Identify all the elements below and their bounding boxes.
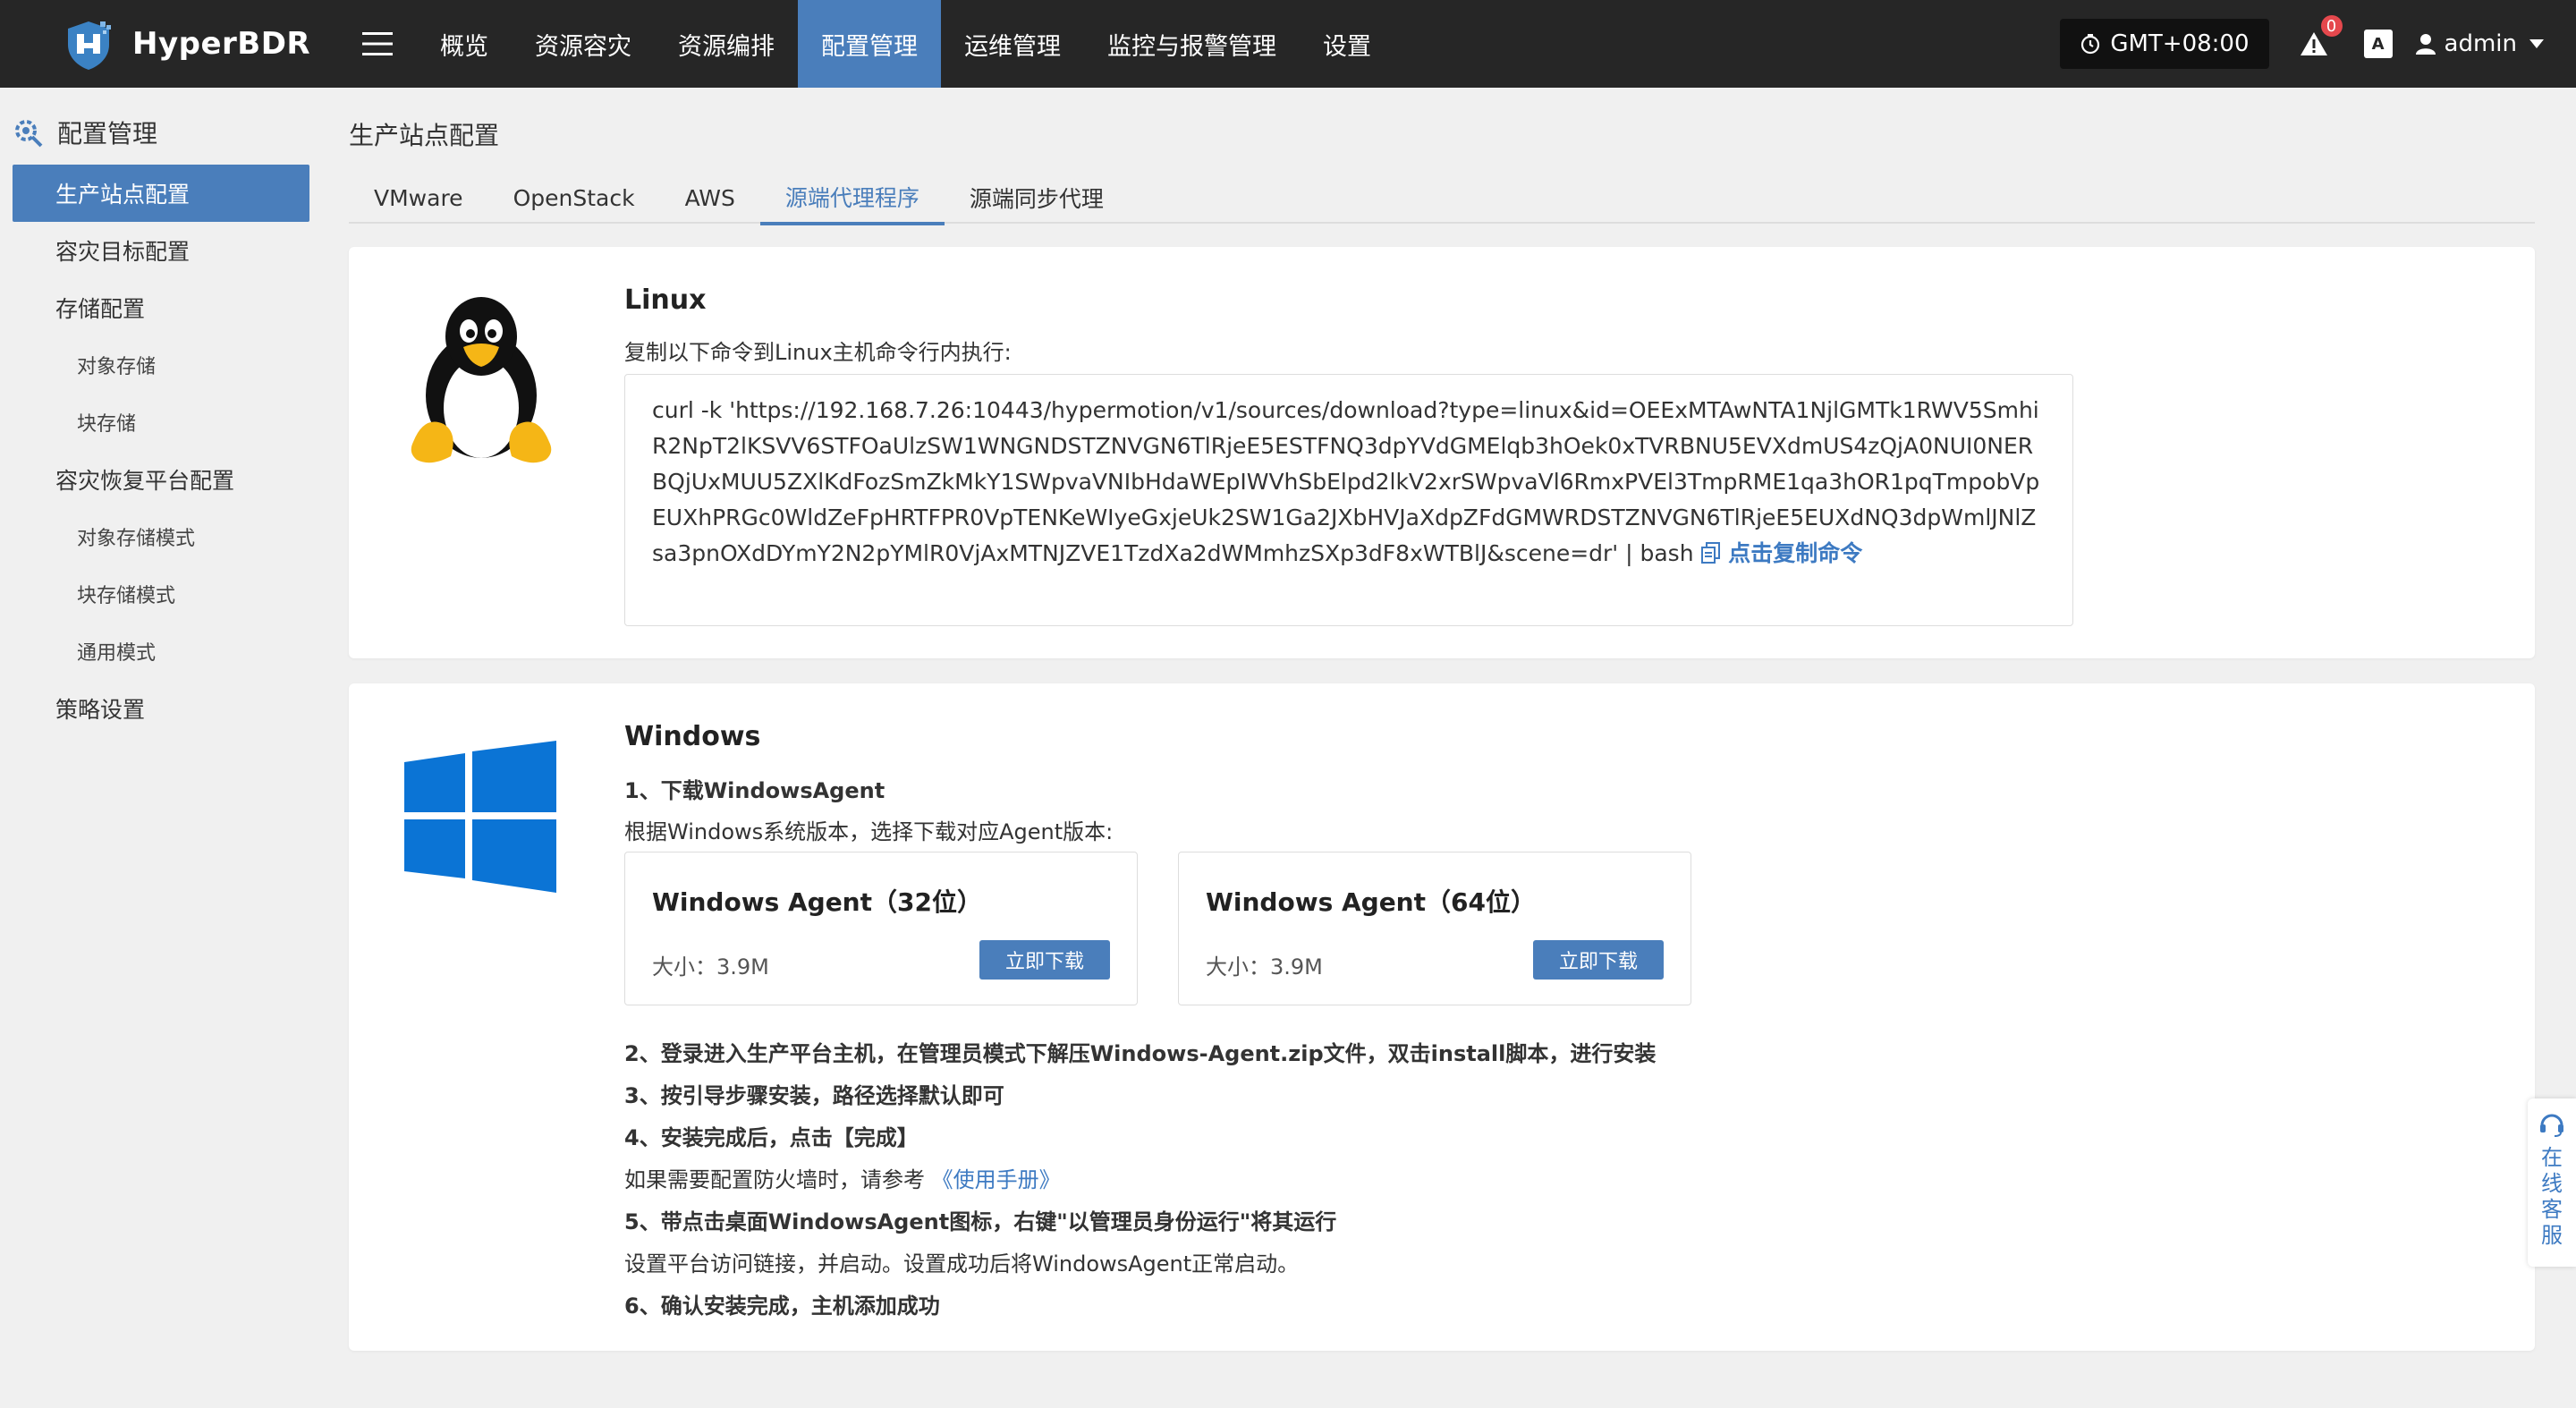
tab-source-sync-agent[interactable]: 源端同步代理 xyxy=(945,172,1129,224)
tab-source-agent[interactable]: 源端代理程序 xyxy=(759,172,945,225)
nav-item-overview[interactable]: 概览 xyxy=(417,0,512,88)
menu-toggle-button[interactable] xyxy=(351,17,404,71)
page-title: 生产站点配置 xyxy=(349,121,500,150)
sidebar-header: 配置管理 xyxy=(0,100,313,165)
sidebar-item-block-storage[interactable]: 块存储 xyxy=(0,394,313,451)
agent-64bit-size: 大小：3.9M xyxy=(1206,954,1323,980)
copy-command-link[interactable]: 点击复制命令 xyxy=(1700,540,1863,566)
nav-item-operations[interactable]: 运维管理 xyxy=(941,0,1084,88)
tab-openstack[interactable]: OpenStack xyxy=(488,172,660,224)
windows-step1: 1、下载WindowsAgent xyxy=(624,778,886,803)
warning-icon xyxy=(2300,32,2327,55)
windows-agent-card: Windows 1、下载WindowsAgent 根据Windows系统版本，选… xyxy=(349,683,2535,1351)
windows-logo-icon xyxy=(404,741,556,896)
sidebar-item-general-mode[interactable]: 通用模式 xyxy=(0,623,313,680)
sidebar-item-policy-settings[interactable]: 策略设置 xyxy=(0,680,313,737)
download-64bit-button[interactable]: 立即下载 xyxy=(1533,940,1664,980)
online-support-label: 在线客服 xyxy=(2541,1145,2563,1248)
windows-step5: 5、带点击桌面WindowsAgent图标，右键"以管理员身份运行"将其运行 xyxy=(624,1209,1337,1234)
clock-icon xyxy=(2081,34,2100,55)
app-name: HyperBDR xyxy=(132,26,311,62)
agent-32bit-title: Windows Agent（32位） xyxy=(652,887,982,917)
download-32bit-button[interactable]: 立即下载 xyxy=(979,940,1110,980)
alerts-button[interactable]: 0 xyxy=(2296,15,2343,62)
copy-command-label: 点击复制命令 xyxy=(1728,540,1863,566)
gear-icon xyxy=(15,120,43,148)
windows-step6: 6、确认安装完成，主机添加成功 xyxy=(624,1293,940,1319)
windows-step1-desc: 根据Windows系统版本，选择下载对应Agent版本: xyxy=(624,819,1114,844)
windows-section-title: Windows xyxy=(624,721,761,752)
tab-aws[interactable]: AWS xyxy=(660,172,760,224)
caret-down-icon xyxy=(2529,39,2544,48)
user-menu[interactable]: admin xyxy=(2415,30,2544,57)
sidebar: 配置管理 生产站点配置 容灾目标配置 存储配置 对象存储 块存储 容灾恢复平台配… xyxy=(0,88,313,1408)
hyperbdr-logo-icon xyxy=(61,16,116,72)
sidebar-item-dr-target[interactable]: 容灾目标配置 xyxy=(0,222,313,279)
nav-item-monitoring-alerts[interactable]: 监控与报警管理 xyxy=(1084,0,1300,88)
sidebar-item-recovery-platform[interactable]: 容灾恢复平台配置 xyxy=(0,451,313,508)
user-manual-link[interactable]: 《使用手册》 xyxy=(932,1167,1061,1192)
firewall-note: 如果需要配置防火墙时，请参考 《使用手册》 xyxy=(624,1162,1061,1193)
sidebar-item-object-storage[interactable]: 对象存储 xyxy=(0,336,313,394)
agent-32bit-size: 大小：3.9M xyxy=(652,954,769,980)
windows-step3: 3、按引导步骤安装，路径选择默认即可 xyxy=(624,1083,1004,1108)
timezone-selector[interactable]: GMT+08:00 xyxy=(2060,19,2269,69)
top-navbar: HyperBDR 概览 资源容灾 资源编排 配置管理 运维管理 监控与报警管理 … xyxy=(0,0,2576,88)
headset-icon xyxy=(2540,1114,2563,1137)
sidebar-title: 配置管理 xyxy=(57,119,158,148)
language-switch-label: A xyxy=(2371,34,2385,54)
firewall-note-text: 如果需要配置防火墙时，请参考 xyxy=(624,1167,925,1192)
sidebar-item-block-storage-mode[interactable]: 块存储模式 xyxy=(0,565,313,623)
tab-vmware[interactable]: VMware xyxy=(349,172,488,224)
nav-item-orchestration[interactable]: 资源编排 xyxy=(655,0,798,88)
alert-count-badge: 0 xyxy=(2320,15,2343,37)
linux-agent-card: Linux 复制以下命令到Linux主机命令行内执行: curl -k 'htt… xyxy=(349,247,2535,658)
agent-64bit-title: Windows Agent（64位） xyxy=(1206,887,1536,917)
site-type-tabs: VMware OpenStack AWS 源端代理程序 源端同步代理 xyxy=(349,172,2535,225)
agent-64bit-card: Windows Agent（64位） 大小：3.9M 立即下载 xyxy=(1178,852,1691,1005)
nav-item-resource-dr[interactable]: 资源容灾 xyxy=(512,0,655,88)
username: admin xyxy=(2444,30,2517,57)
linux-command-box[interactable]: curl -k 'https://192.168.7.26:10443/hype… xyxy=(624,374,2073,626)
sidebar-item-object-storage-mode[interactable]: 对象存储模式 xyxy=(0,508,313,565)
windows-step5-desc: 设置平台访问链接，并启动。设置成功后将WindowsAgent正常启动。 xyxy=(624,1251,1300,1277)
sidebar-item-storage[interactable]: 存储配置 xyxy=(0,279,313,336)
hamburger-icon xyxy=(362,32,393,55)
timezone-label: GMT+08:00 xyxy=(2110,30,2250,57)
nav-item-settings[interactable]: 设置 xyxy=(1300,0,1394,88)
windows-step2: 2、登录进入生产平台主机，在管理员模式下解压Windows-Agent.zip文… xyxy=(624,1041,1657,1066)
main-nav: 概览 资源容灾 资源编排 配置管理 运维管理 监控与报警管理 设置 xyxy=(417,0,1394,88)
linux-instruction: 复制以下命令到Linux主机命令行内执行: xyxy=(624,340,1012,365)
online-support-button[interactable]: 在线客服 xyxy=(2528,1098,2576,1267)
agent-32bit-card: Windows Agent（32位） 大小：3.9M 立即下载 xyxy=(624,852,1138,1005)
linux-penguin-icon xyxy=(404,290,558,472)
linux-section-title: Linux xyxy=(624,284,707,316)
language-switch-icon[interactable]: A xyxy=(2363,30,2393,58)
app-logo[interactable]: HyperBDR xyxy=(61,16,329,72)
windows-step4: 4、安装完成后，点击【完成】 xyxy=(624,1125,919,1150)
sidebar-item-production-site[interactable]: 生产站点配置 xyxy=(13,165,309,222)
user-icon xyxy=(2415,34,2436,55)
copy-icon xyxy=(1700,542,1720,564)
nav-item-config-management[interactable]: 配置管理 xyxy=(798,0,941,88)
